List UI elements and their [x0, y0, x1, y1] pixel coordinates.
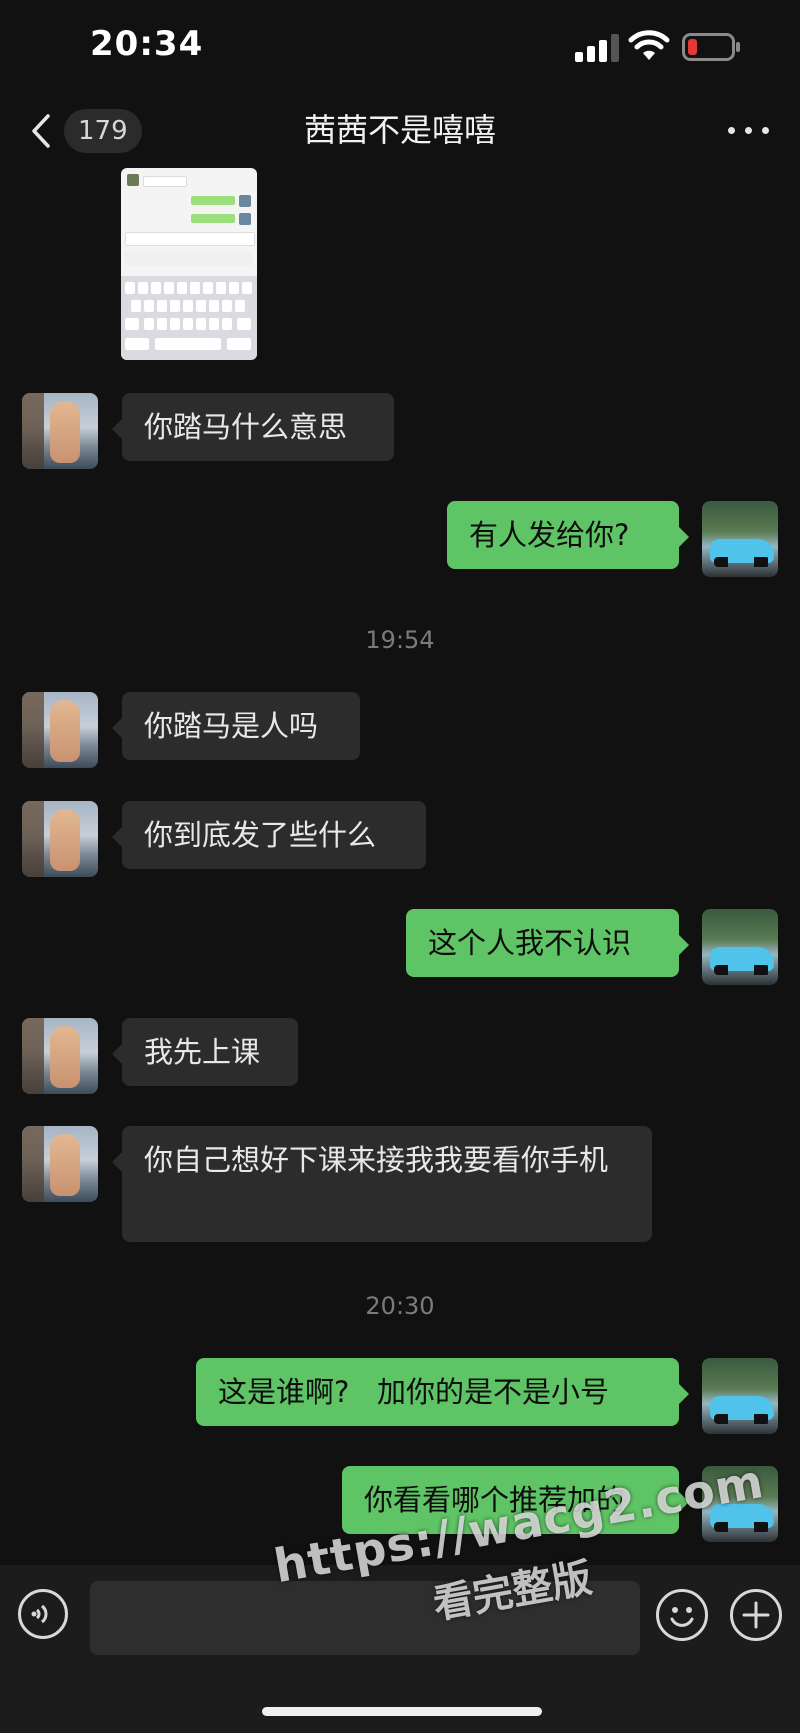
my-avatar[interactable]	[702, 1358, 778, 1434]
outgoing-message[interactable]: 有人发给你?	[447, 501, 689, 569]
more-actions-button[interactable]	[730, 1589, 782, 1641]
status-time: 20:34	[90, 24, 204, 64]
chat-header: 茜茜不是嘻嘻 179	[0, 95, 800, 165]
contact-avatar[interactable]	[22, 692, 98, 768]
message-timestamp: 20:30	[365, 1292, 435, 1320]
outgoing-message[interactable]: 这个人我不认识	[406, 909, 689, 977]
outgoing-message[interactable]: 这是谁啊? 加你的是不是小号	[196, 1358, 689, 1426]
incoming-message[interactable]: 你自己想好下课来接我我要看你手机	[112, 1126, 652, 1242]
outgoing-message[interactable]: 你看看哪个推荐加的	[342, 1466, 689, 1534]
unread-count-badge: 179	[64, 109, 142, 153]
incoming-message[interactable]: 你踏马什么意思	[112, 393, 394, 461]
my-avatar[interactable]	[702, 909, 778, 985]
emoji-icon	[670, 1607, 694, 1627]
image-message[interactable]	[121, 168, 257, 360]
chevron-left-icon	[32, 114, 50, 148]
contact-avatar[interactable]	[22, 393, 98, 469]
cellular-signal-icon	[575, 34, 619, 62]
voice-input-button[interactable]	[18, 1589, 68, 1639]
contact-avatar[interactable]	[22, 801, 98, 877]
incoming-message[interactable]: 你到底发了些什么	[112, 801, 426, 869]
contact-avatar[interactable]	[22, 1018, 98, 1094]
my-avatar[interactable]	[702, 501, 778, 577]
emoji-button[interactable]	[656, 1589, 708, 1641]
wifi-icon	[628, 30, 670, 60]
message-timestamp: 19:54	[365, 626, 435, 654]
battery-low-icon	[682, 33, 740, 61]
plus-icon	[742, 1601, 770, 1629]
more-options-button[interactable]	[726, 115, 772, 145]
incoming-message[interactable]: 我先上课	[112, 1018, 298, 1086]
message-input[interactable]	[90, 1581, 640, 1655]
contact-avatar[interactable]	[22, 1126, 98, 1202]
voice-icon	[31, 1604, 48, 1624]
my-avatar[interactable]	[702, 1466, 778, 1542]
ellipsis-icon	[728, 127, 735, 134]
incoming-message[interactable]: 你踏马是人吗	[112, 692, 360, 760]
home-indicator	[262, 1707, 542, 1716]
status-bar: 20:34	[0, 0, 800, 95]
back-button[interactable]: 179	[24, 109, 144, 153]
